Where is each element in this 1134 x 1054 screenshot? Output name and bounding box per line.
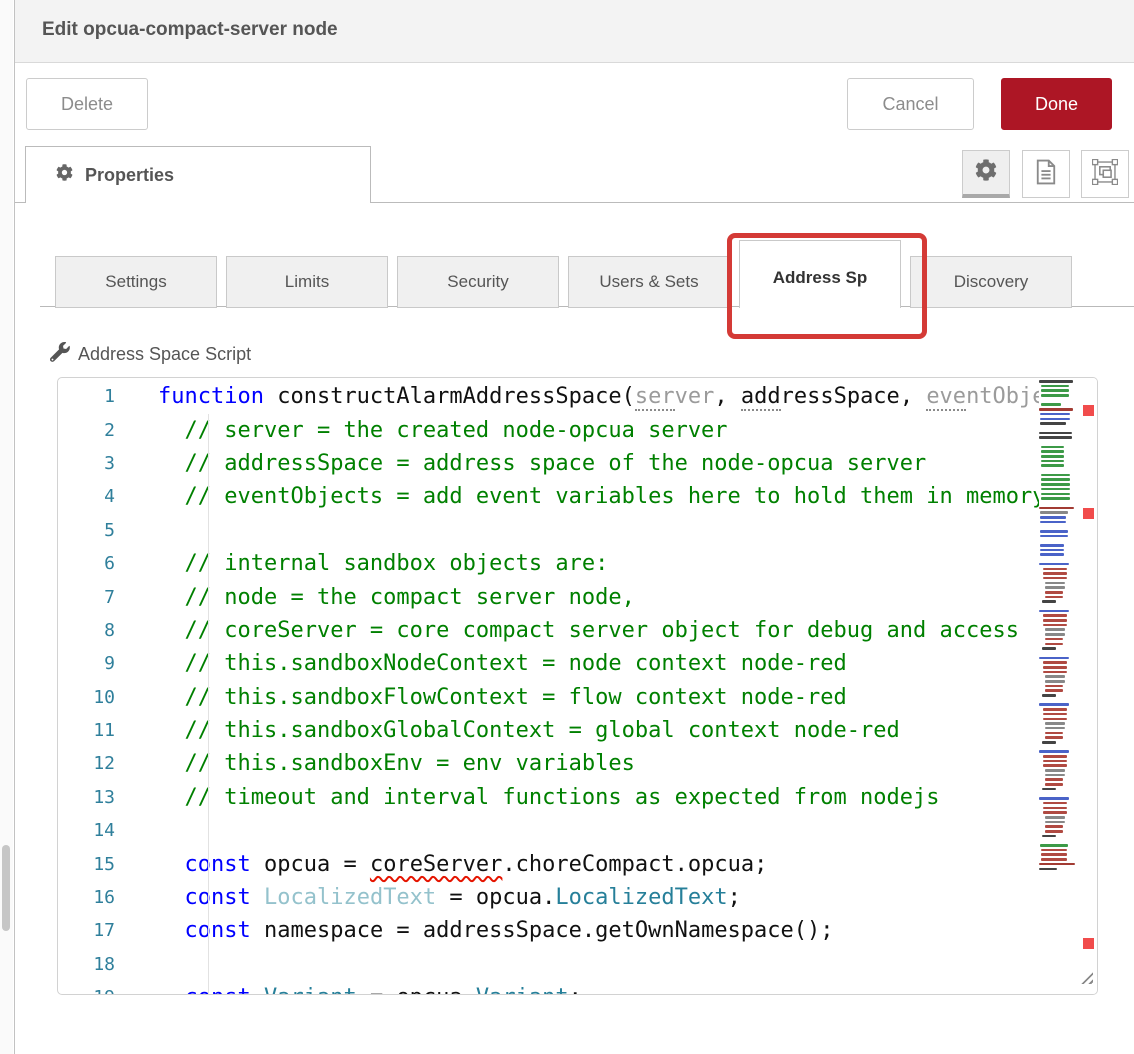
node-tabs: SettingsLimitsSecurityUsers & SetsAddres… (55, 240, 1081, 308)
error-marker[interactable] (1083, 938, 1094, 949)
dialog-title: Edit opcua-compact-server node (42, 19, 338, 41)
code-line: 1function constructAlarmAddressSpace(ser… (58, 380, 1097, 413)
tab-properties[interactable]: Properties (25, 146, 371, 203)
code-line: 13 // timeout and interval functions as … (58, 781, 1097, 814)
code-line: 11 // this.sandboxGlobalContext = global… (58, 714, 1097, 747)
appearance-icon (1092, 159, 1118, 190)
code-line: 10 // this.sandboxFlowContext = flow con… (58, 681, 1097, 714)
code-line: 19 const Variant = opcua.Variant; (58, 981, 1097, 995)
code-line: 14 (58, 814, 1097, 847)
code-line: 2 // server = the created node-opcua ser… (58, 413, 1097, 446)
code-text: // this.sandboxNodeContext = node contex… (115, 651, 847, 676)
line-number: 8 (58, 620, 115, 641)
section-label-text: Address Space Script (78, 344, 251, 365)
code-line: 5 (58, 514, 1097, 547)
line-number: 19 (58, 987, 115, 995)
code-text: // timeout and interval functions as exp… (115, 785, 939, 810)
appearance-button[interactable] (1081, 150, 1129, 198)
code-line: 12 // this.sandboxEnv = env variables (58, 747, 1097, 780)
code-text: // internal sandbox objects are: (115, 551, 608, 576)
document-icon (1035, 159, 1057, 190)
code-text: function constructAlarmAddressSpace(serv… (115, 384, 1098, 409)
code-text: const namespace = addressSpace.getOwnNam… (115, 918, 834, 943)
line-number: 13 (58, 787, 115, 808)
tab-security[interactable]: Security (397, 256, 559, 308)
error-marker[interactable] (1083, 508, 1094, 519)
code-line: 18 (58, 948, 1097, 981)
gear-icon (56, 164, 85, 186)
properties-tab-label: Properties (85, 165, 174, 186)
line-number: 17 (58, 920, 115, 941)
minimap[interactable] (1039, 380, 1077, 994)
line-number: 14 (58, 820, 115, 841)
error-marker[interactable] (1083, 405, 1094, 416)
tab-discovery[interactable]: Discovery (910, 256, 1072, 308)
code-text: const Variant = opcua.Variant; (115, 985, 582, 995)
line-number: 12 (58, 753, 115, 774)
monaco-code-editor[interactable]: 1function constructAlarmAddressSpace(ser… (57, 377, 1098, 995)
code-text: // this.sandboxGlobalContext = global co… (115, 718, 900, 743)
line-number: 5 (58, 520, 115, 541)
line-number: 3 (58, 453, 115, 474)
tray-scrollbar-thumb[interactable] (2, 845, 10, 931)
tab-users-sets[interactable]: Users & Sets (568, 256, 730, 308)
gear-icon (975, 159, 997, 186)
line-number: 15 (58, 854, 115, 875)
line-number: 11 (58, 720, 115, 741)
overview-ruler[interactable] (1077, 378, 1097, 994)
line-number: 6 (58, 553, 115, 574)
code-text: // coreServer = core compact server obje… (115, 618, 1019, 643)
code-line: 3 // addressSpace = address space of the… (58, 447, 1097, 480)
line-number: 16 (58, 887, 115, 908)
line-number: 10 (58, 687, 115, 708)
code-line: 8 // coreServer = core compact server ob… (58, 614, 1097, 647)
wrench-icon (50, 342, 78, 367)
code-line: 16 const LocalizedText = opcua.Localized… (58, 881, 1097, 914)
tab-settings[interactable]: Settings (55, 256, 217, 308)
line-number: 1 (58, 386, 115, 407)
tab-address-sp[interactable]: Address Sp (739, 240, 901, 308)
code-text: // this.sandboxFlowContext = flow contex… (115, 685, 847, 710)
properties-gear-button[interactable] (962, 150, 1010, 198)
dialog-header: Edit opcua-compact-server node (15, 0, 1134, 63)
code-line: 4 // eventObjects = add event variables … (58, 480, 1097, 513)
cancel-button[interactable]: Cancel (847, 78, 974, 130)
code-lines: 1function constructAlarmAddressSpace(ser… (58, 380, 1097, 995)
code-line: 15 const opcua = coreServer.choreCompact… (58, 847, 1097, 880)
line-number: 4 (58, 486, 115, 507)
line-number: 7 (58, 587, 115, 608)
delete-button[interactable]: Delete (26, 78, 148, 130)
code-line: 9 // this.sandboxNodeContext = node cont… (58, 647, 1097, 680)
code-line: 7 // node = the compact server node, (58, 580, 1097, 613)
code-line: 17 const namespace = addressSpace.getOwn… (58, 914, 1097, 947)
done-button[interactable]: Done (1001, 78, 1112, 130)
description-button[interactable] (1022, 150, 1070, 198)
code-text: // this.sandboxEnv = env variables (115, 751, 635, 776)
code-line: 6 // internal sandbox objects are: (58, 547, 1097, 580)
address-space-script-label: Address Space Script (50, 342, 251, 367)
code-text: // server = the created node-opcua serve… (115, 418, 728, 443)
code-text: // eventObjects = add event variables he… (115, 484, 1045, 509)
indent-guide (208, 414, 209, 994)
tab-limits[interactable]: Limits (226, 256, 388, 308)
line-number: 18 (58, 954, 115, 975)
edit-node-dialog: Edit opcua-compact-server node Delete Ca… (0, 0, 1134, 1054)
code-text: // addressSpace = address space of the n… (115, 451, 926, 476)
code-text: // node = the compact server node, (115, 585, 635, 610)
line-number: 9 (58, 653, 115, 674)
line-number: 2 (58, 420, 115, 441)
code-text: const opcua = coreServer.choreCompact.op… (115, 852, 767, 877)
tray-left-border (14, 0, 15, 1054)
